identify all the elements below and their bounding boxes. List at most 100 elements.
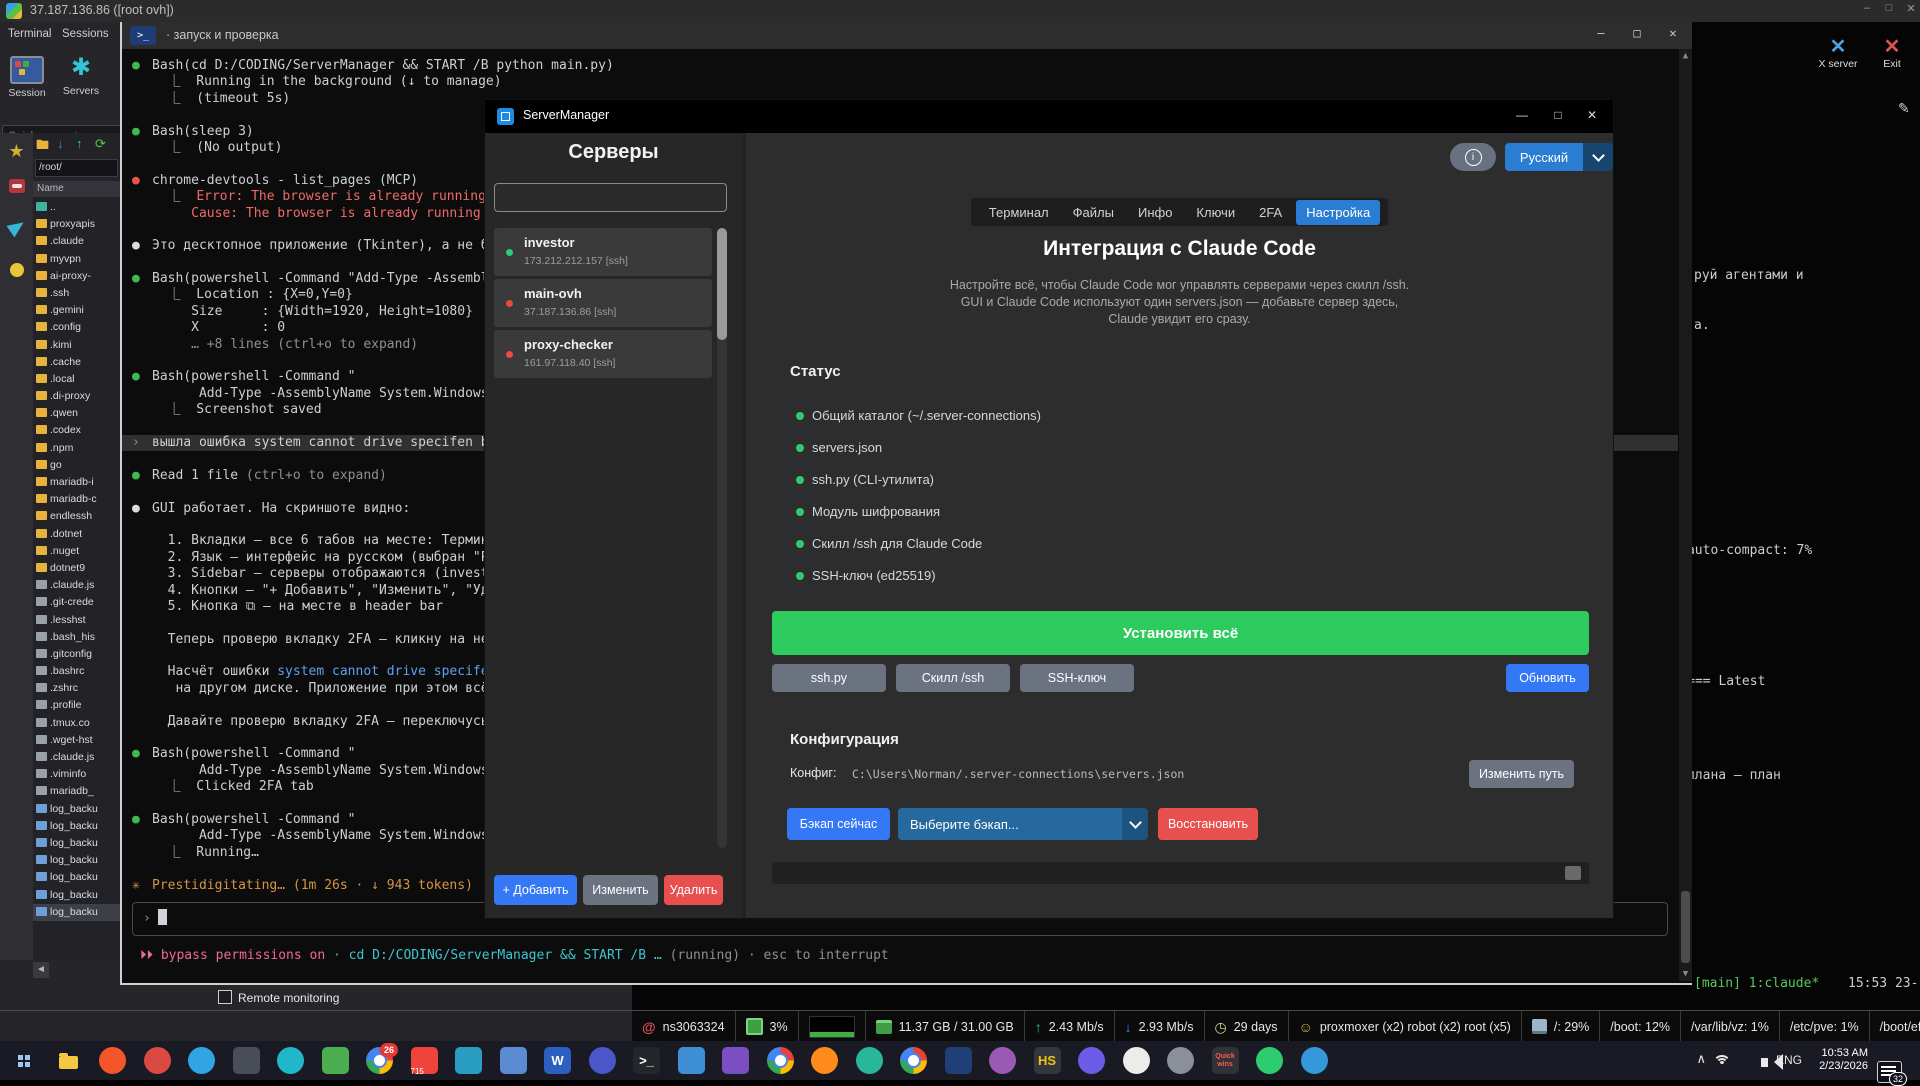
scroll-left-button[interactable]: ◄ [33, 962, 49, 978]
chrome-2-icon[interactable] [766, 1047, 794, 1074]
app-blue-icon[interactable] [677, 1047, 705, 1074]
firefox-icon[interactable] [811, 1047, 838, 1074]
install-button-1[interactable]: Скилл /ssh [896, 664, 1010, 692]
change-path-button[interactable]: Изменить путь [1469, 760, 1574, 788]
file-row[interactable]: mariadb-c [33, 491, 120, 508]
sidebar-button-delete[interactable]: Удалить [664, 875, 723, 905]
terminal-scrollbar[interactable]: ▲ ▼ [1679, 49, 1692, 981]
exit-button[interactable]: ✕ Exit [1870, 36, 1914, 70]
file-row[interactable]: .git-crede [33, 594, 120, 611]
file-row[interactable]: .kimi [33, 337, 120, 354]
file-row[interactable]: .claude.js [33, 577, 120, 594]
moba-maximize-button[interactable]: □ [1880, 2, 1898, 14]
refresh-icon[interactable]: ⟳ [95, 136, 106, 152]
anydesk-icon[interactable]: 715 [410, 1047, 438, 1076]
sftp-icon[interactable] [0, 263, 33, 277]
terminal-maximize-button[interactable]: □ [1622, 26, 1652, 40]
scroll-up-icon[interactable]: ▲ [1679, 51, 1692, 61]
file-row[interactable]: .. [33, 199, 120, 216]
file-row[interactable]: .zshrc [33, 680, 120, 697]
file-row[interactable]: .dotnet [33, 526, 120, 543]
file-row[interactable]: .gemini [33, 302, 120, 319]
file-row[interactable]: log_backu [33, 869, 120, 886]
chatgpt-icon[interactable] [1122, 1047, 1150, 1074]
moba-minimize-button[interactable]: – [1858, 2, 1876, 14]
brave-icon[interactable] [99, 1047, 126, 1074]
sm-maximize-button[interactable]: □ [1543, 108, 1573, 122]
macros-icon[interactable] [0, 216, 33, 238]
app-green-2-icon[interactable] [1256, 1047, 1283, 1074]
file-row[interactable]: .codex [33, 422, 120, 439]
server-card[interactable]: investor 173.212.212.157 [ssh] [494, 228, 712, 276]
terminal-cmd-icon[interactable]: >_ [633, 1047, 660, 1074]
tray-expand-icon[interactable]: ∧ [1696, 1051, 1706, 1067]
quick-app-icon[interactable]: Quick wins [1211, 1047, 1239, 1074]
language-select[interactable]: Русский [1505, 143, 1613, 171]
install-all-button[interactable]: Установить всё [772, 611, 1589, 655]
wifi-icon[interactable] [1713, 1055, 1731, 1067]
file-row[interactable]: .cache [33, 354, 120, 371]
file-row[interactable]: .viminfo [33, 766, 120, 783]
path-field[interactable]: /root/ [35, 159, 118, 177]
toolbar-session-button[interactable]: Session [2, 56, 52, 99]
favorites-star-icon[interactable]: ★ [0, 141, 33, 162]
file-row[interactable]: .local [33, 371, 120, 388]
terminal-minimize-button[interactable]: — [1586, 26, 1616, 40]
info-button[interactable]: i [1450, 143, 1496, 171]
log-scrollbar-thumb[interactable] [1565, 866, 1581, 880]
file-row[interactable]: .qwen [33, 405, 120, 422]
file-row[interactable]: .gitconfig [33, 646, 120, 663]
chrome-3-icon[interactable] [900, 1047, 927, 1074]
file-row[interactable]: .tmux.co [33, 715, 120, 732]
app-teal-2-icon[interactable] [855, 1047, 883, 1074]
tools-icon[interactable] [0, 179, 33, 193]
download-icon[interactable]: ↓ [57, 136, 64, 151]
file-row[interactable]: .npm [33, 440, 120, 457]
app-cyan-icon[interactable] [455, 1047, 482, 1074]
tab-настройка[interactable]: Настройка [1296, 199, 1381, 225]
sidebar-button-edit[interactable]: Изменить [583, 875, 658, 905]
file-row[interactable]: .bashrc [33, 663, 120, 680]
terminal-close-button[interactable]: ✕ [1658, 26, 1688, 40]
app-green-icon[interactable] [321, 1047, 349, 1074]
clock[interactable]: 10:53 AM 2/23/2026 [1819, 1047, 1868, 1073]
folder-up-icon[interactable]: 🖿 [36, 136, 49, 158]
tab-ключи[interactable]: Ключи [1186, 200, 1245, 225]
refresh-button[interactable]: Обновить [1506, 664, 1589, 692]
sm-close-button[interactable]: ✕ [1577, 108, 1607, 122]
server-search-input[interactable] [494, 183, 727, 212]
file-row[interactable]: log_backu [33, 852, 120, 869]
word-icon[interactable]: W [544, 1047, 571, 1074]
app-navy-icon[interactable] [944, 1047, 972, 1074]
server-card[interactable]: main-ovh 37.187.136.86 [ssh] [494, 279, 712, 327]
app-hs-icon[interactable]: HS [1033, 1047, 1061, 1074]
file-row[interactable]: myvpn [33, 251, 120, 268]
remote-monitoring-checkbox[interactable]: Remote monitoring [218, 990, 339, 1005]
file-row[interactable]: .bash_his [33, 629, 120, 646]
file-row[interactable]: ai-proxy- [33, 268, 120, 285]
server-card[interactable]: proxy-checker 161.97.118.40 [ssh] [494, 330, 712, 378]
app-dark-icon[interactable] [232, 1047, 260, 1074]
install-button-2[interactable]: SSH-ключ [1020, 664, 1134, 692]
app-blue-2-icon[interactable] [1300, 1047, 1328, 1074]
file-row[interactable]: log_backu [33, 818, 120, 835]
menu-terminal[interactable]: Terminal [8, 28, 51, 40]
file-row[interactable]: .nuget [33, 543, 120, 560]
tab-терминал[interactable]: Терминал [979, 200, 1059, 225]
start-icon[interactable] [10, 1047, 37, 1074]
app-violet-icon[interactable] [989, 1047, 1016, 1074]
file-row[interactable]: .config [33, 319, 120, 336]
menu-sessions[interactable]: Sessions [62, 28, 109, 40]
file-row[interactable]: log_backu [33, 903, 120, 921]
file-row[interactable]: .ssh [33, 285, 120, 302]
app-purple-icon[interactable] [722, 1047, 749, 1074]
file-row[interactable]: log_backu [33, 835, 120, 852]
file-row[interactable]: .wget-hst [33, 732, 120, 749]
telegram-icon[interactable] [188, 1047, 215, 1074]
file-row[interactable]: .di-proxy [33, 388, 120, 405]
file-row[interactable]: dotnet9 [33, 560, 120, 577]
x-server-button[interactable]: ✕ X server [1816, 36, 1860, 70]
tab-инфо[interactable]: Инфо [1128, 200, 1182, 225]
file-row[interactable]: endlessh [33, 508, 120, 525]
toolbar-servers-button[interactable]: ✱ Servers [56, 56, 106, 98]
